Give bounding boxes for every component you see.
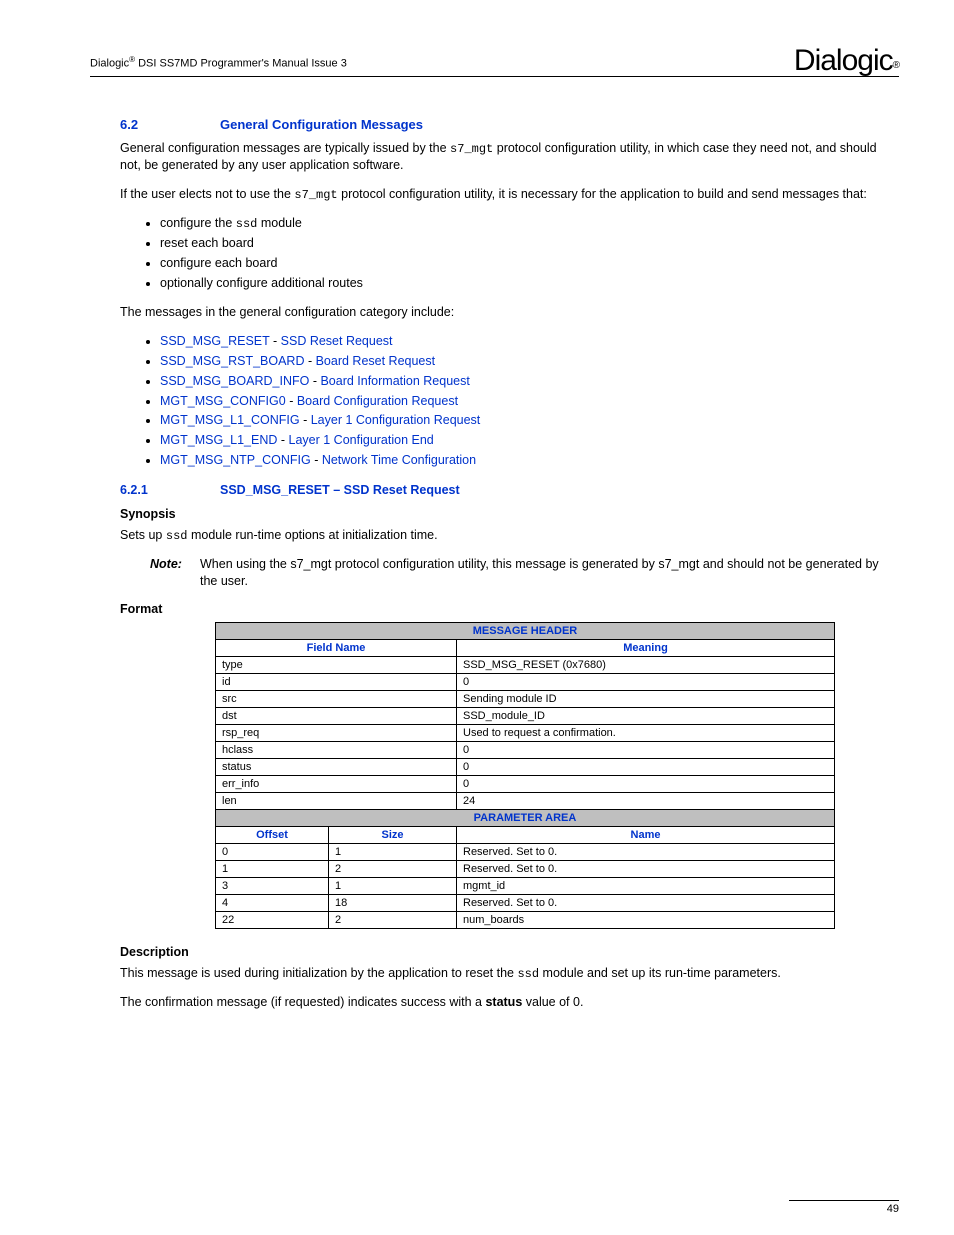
- table-row: status0: [216, 759, 835, 776]
- table-row: typeSSD_MSG_RESET (0x7680): [216, 657, 835, 674]
- note-text: When using the s7_mgt protocol configura…: [200, 556, 899, 590]
- format-label: Format: [120, 602, 899, 616]
- list-item: SSD_MSG_RST_BOARD - Board Reset Request: [160, 353, 899, 370]
- msg-link[interactable]: SSD_MSG_RST_BOARD: [160, 354, 304, 368]
- header-title: Dialogic® DSI SS7MD Programmer's Manual …: [90, 55, 347, 74]
- section-6-2-1-heading: 6.2.1SSD_MSG_RESET – SSD Reset Request: [120, 483, 899, 497]
- table-row: dstSSD_module_ID: [216, 708, 835, 725]
- msg-desc-link[interactable]: Board Configuration Request: [297, 394, 458, 408]
- list-item: optionally configure additional routes: [160, 275, 899, 292]
- table-row: 01Reserved. Set to 0.: [216, 844, 835, 861]
- table-row: 222num_boards: [216, 912, 835, 929]
- col-name: Name: [457, 827, 835, 844]
- table-row: hclass0: [216, 742, 835, 759]
- table-section-header: MESSAGE HEADER: [216, 623, 835, 640]
- msg-link[interactable]: MGT_MSG_CONFIG0: [160, 394, 286, 408]
- msg-link[interactable]: SSD_MSG_RESET: [160, 334, 270, 348]
- table-row: rsp_reqUsed to request a confirmation.: [216, 725, 835, 742]
- col-size: Size: [329, 827, 457, 844]
- msg-desc-link[interactable]: Layer 1 Configuration Request: [311, 413, 481, 427]
- msg-desc-link[interactable]: Layer 1 Configuration End: [289, 433, 434, 447]
- table-row: len24: [216, 793, 835, 810]
- list-item: configure the ssd module: [160, 215, 899, 232]
- table-row: err_info0: [216, 776, 835, 793]
- list-item: reset each board: [160, 235, 899, 252]
- msg-desc-link[interactable]: Board Reset Request: [316, 354, 436, 368]
- col-offset: Offset: [216, 827, 329, 844]
- msg-link[interactable]: MGT_MSG_NTP_CONFIG: [160, 453, 311, 467]
- section-6-2-p1: General configuration messages are typic…: [120, 140, 899, 174]
- note-block: Note: When using the s7_mgt protocol con…: [150, 556, 899, 590]
- table-row: 12Reserved. Set to 0.: [216, 861, 835, 878]
- description-p1: This message is used during initializati…: [120, 965, 899, 982]
- list-item: MGT_MSG_L1_CONFIG - Layer 1 Configuratio…: [160, 412, 899, 429]
- page-header: Dialogic® DSI SS7MD Programmer's Manual …: [90, 40, 899, 77]
- message-list: SSD_MSG_RESET - SSD Reset Request SSD_MS…: [120, 333, 899, 469]
- list-item: SSD_MSG_RESET - SSD Reset Request: [160, 333, 899, 350]
- table-row: 31mgmt_id: [216, 878, 835, 895]
- section-6-2-p2: If the user elects not to use the s7_mgt…: [120, 186, 899, 203]
- config-actions-list: configure the ssd module reset each boar…: [120, 215, 899, 292]
- synopsis-text: Sets up ssd module run-time options at i…: [120, 527, 899, 544]
- msg-link[interactable]: MGT_MSG_L1_END: [160, 433, 277, 447]
- table-row: id0: [216, 674, 835, 691]
- section-6-2-heading: 6.2General Configuration Messages: [120, 117, 899, 132]
- list-item: MGT_MSG_L1_END - Layer 1 Configuration E…: [160, 432, 899, 449]
- table-row: srcSending module ID: [216, 691, 835, 708]
- message-format-table: MESSAGE HEADER Field Name Meaning typeSS…: [215, 622, 835, 929]
- col-field-name: Field Name: [216, 640, 457, 657]
- msg-desc-link[interactable]: Network Time Configuration: [322, 453, 476, 467]
- description-p2: The confirmation message (if requested) …: [120, 994, 899, 1011]
- list-item: MGT_MSG_NTP_CONFIG - Network Time Config…: [160, 452, 899, 469]
- list-item: SSD_MSG_BOARD_INFO - Board Information R…: [160, 373, 899, 390]
- page-number: 49: [789, 1200, 899, 1215]
- synopsis-label: Synopsis: [120, 507, 899, 521]
- col-meaning: Meaning: [457, 640, 835, 657]
- table-row: 418Reserved. Set to 0.: [216, 895, 835, 912]
- list-item: configure each board: [160, 255, 899, 272]
- section-6-2-p3: The messages in the general configuratio…: [120, 304, 899, 321]
- note-label: Note:: [150, 556, 200, 590]
- msg-desc-link[interactable]: SSD Reset Request: [281, 334, 393, 348]
- description-label: Description: [120, 945, 899, 959]
- msg-link[interactable]: SSD_MSG_BOARD_INFO: [160, 374, 309, 388]
- list-item: MGT_MSG_CONFIG0 - Board Configuration Re…: [160, 393, 899, 410]
- msg-desc-link[interactable]: Board Information Request: [320, 374, 469, 388]
- msg-link[interactable]: MGT_MSG_L1_CONFIG: [160, 413, 300, 427]
- dialogic-logo: Dialogic®: [794, 44, 899, 78]
- table-section-header: PARAMETER AREA: [216, 810, 835, 827]
